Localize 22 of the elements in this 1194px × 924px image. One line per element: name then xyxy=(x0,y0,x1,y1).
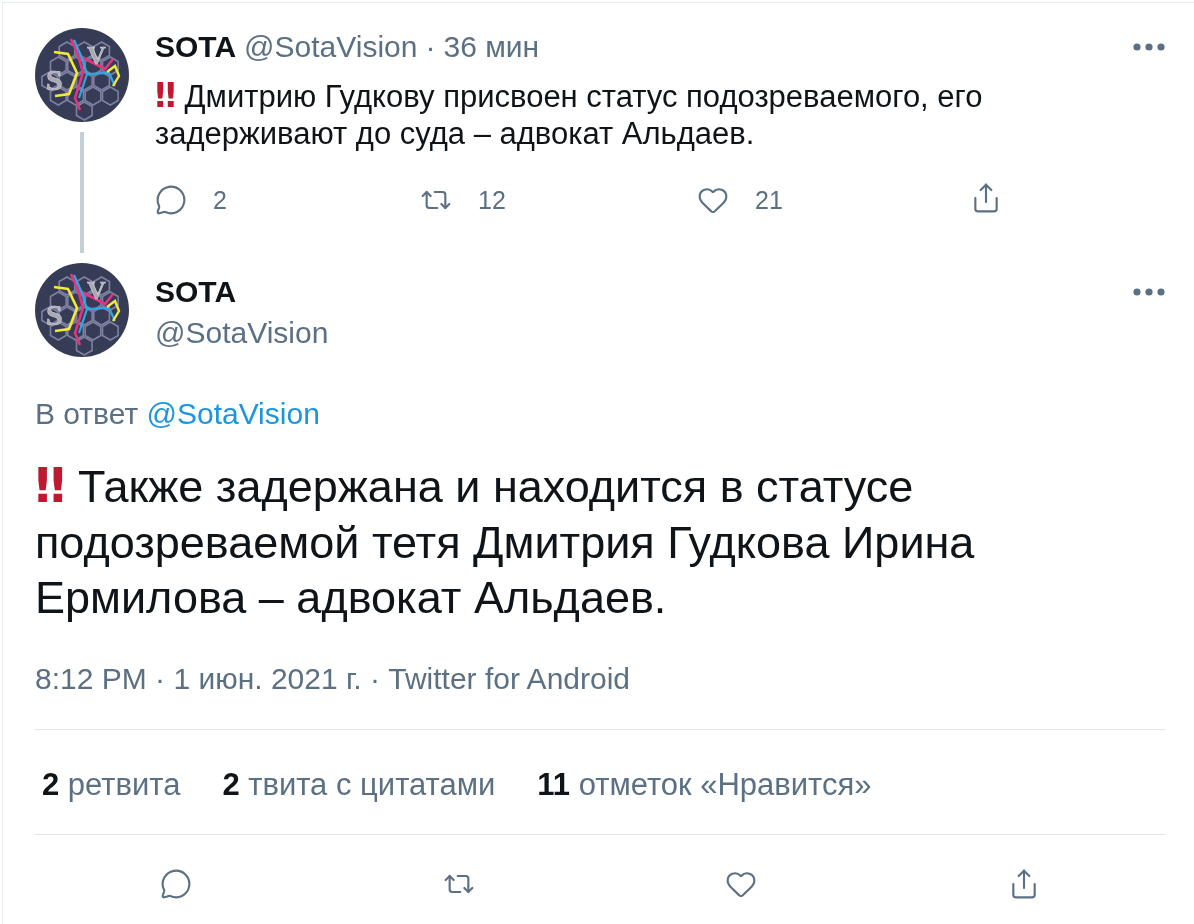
engagement-stat[interactable]: 11 отметок «Нравится» xyxy=(537,765,872,803)
retweet-button[interactable]: 12 xyxy=(420,182,506,218)
author-name[interactable]: SOTA xyxy=(155,271,237,312)
author-name[interactable]: SOTA xyxy=(155,30,237,64)
like-button[interactable]: 21 xyxy=(697,182,783,218)
speech-bubble-icon[interactable] xyxy=(160,867,193,900)
tweet-text: ‼ Также задержана и находится в статусе подозреваемой тетя Дмитрия Гудкова Ирина Ермилова – адвокат Альдаев. xyxy=(35,458,976,625)
avatar-logo-drawing[interactable] xyxy=(35,28,129,122)
reply-button[interactable]: 2 xyxy=(155,182,227,218)
speech-bubble-icon xyxy=(155,184,187,216)
engagement-stat[interactable]: 2 ретвита xyxy=(42,765,181,803)
tweet-timestamp: 8:12 PM · 1 июн. 2021 г. · Twitter for Android xyxy=(35,661,631,695)
separator-dot: · xyxy=(425,30,436,64)
tweet-time[interactable]: 36 мин xyxy=(443,30,540,64)
engagement-stat[interactable]: 2 твита с цитатами xyxy=(222,765,496,803)
author-handle: @SotaVision xyxy=(155,316,329,349)
tweet-text: ‼ Дмитрию Гудкову присвоен статус подозреваемого, его задерживают до суда – адвокат Альдаев. xyxy=(155,77,984,152)
reply-context: В ответ @SotaVision xyxy=(35,396,321,432)
avatar-logo-drawing[interactable] xyxy=(35,263,129,357)
more-icon[interactable] xyxy=(1133,43,1165,51)
author-handle: @SotaVision xyxy=(244,30,418,64)
more-icon[interactable] xyxy=(1133,287,1165,296)
